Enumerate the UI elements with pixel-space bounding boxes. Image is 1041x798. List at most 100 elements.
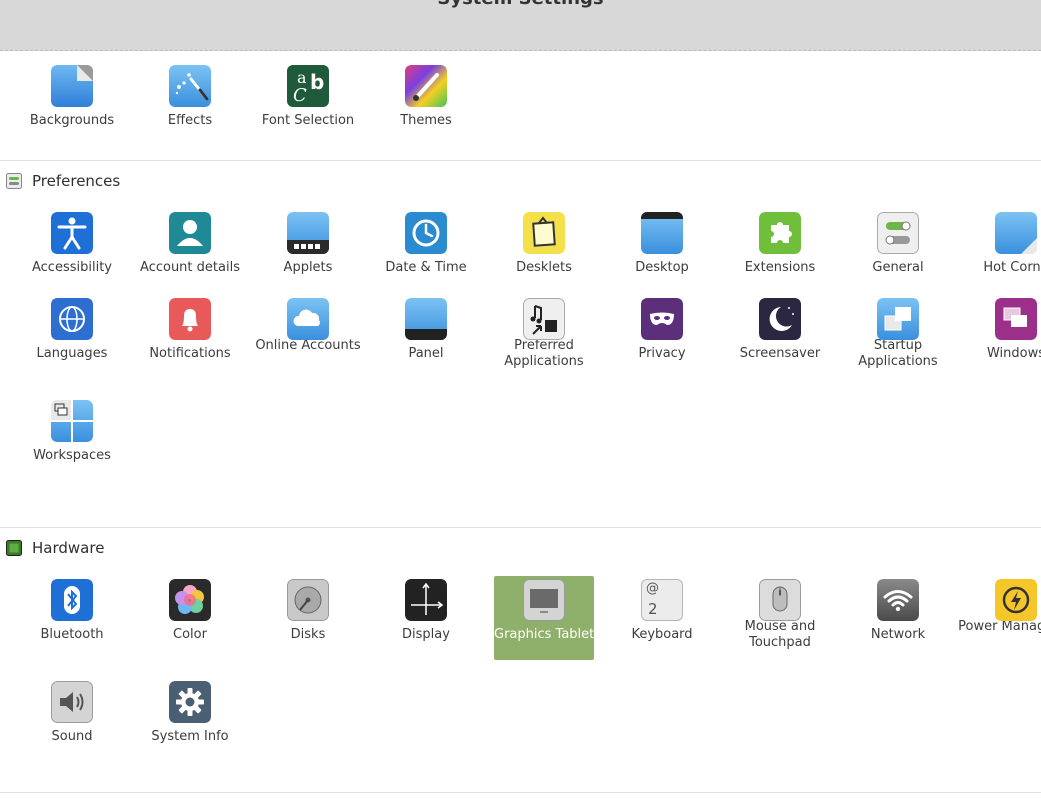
languages-label: Languages — [36, 346, 108, 361]
graphics-tablet-item[interactable]: Graphics Tablet — [494, 576, 594, 660]
preferred-applications-label: Preferred Applications — [504, 338, 584, 369]
color-wheel-icon — [169, 579, 211, 621]
desktop-icon — [641, 212, 683, 254]
windows-label: Windows — [986, 346, 1041, 361]
panel-item[interactable]: Panel — [366, 298, 486, 362]
network-item[interactable]: Network — [838, 579, 958, 643]
hot-corners-icon — [995, 212, 1037, 254]
applets-label: Applets — [283, 260, 333, 275]
effects-label: Effects — [167, 113, 213, 128]
panel-label: Panel — [408, 346, 444, 361]
applets-icon — [287, 212, 329, 254]
preferred-apps-icon — [523, 298, 565, 340]
keyboard-glyph-bottom: 2 — [648, 600, 658, 618]
extensions-item[interactable]: Extensions — [720, 212, 840, 276]
screensaver-item[interactable]: Screensaver — [720, 298, 840, 362]
font-icon: a b C — [287, 65, 329, 107]
section-divider — [0, 792, 1041, 793]
sound-item[interactable]: Sound — [12, 681, 132, 745]
window-header: System Settings — [0, 0, 1041, 51]
preferences-title: Preferences — [32, 172, 121, 190]
window-title: System Settings — [0, 0, 1041, 9]
toggle-switches-icon — [877, 212, 919, 254]
bell-icon — [169, 298, 211, 340]
applets-item[interactable]: Applets — [248, 212, 368, 276]
themes-item[interactable]: Themes — [366, 65, 486, 129]
effects-item[interactable]: Effects — [130, 65, 250, 129]
languages-item[interactable]: Languages — [12, 298, 132, 362]
system-info-item[interactable]: System Info — [130, 681, 250, 745]
paintbrush-icon — [405, 65, 447, 107]
disk-icon — [287, 579, 329, 621]
network-label: Network — [870, 627, 926, 642]
mouse-touchpad-item[interactable]: Mouse and Touchpad — [720, 579, 840, 651]
bluetooth-icon — [51, 579, 93, 621]
color-item[interactable]: Color — [130, 579, 250, 643]
startup-applications-label: Startup Applications — [858, 338, 938, 369]
display-item[interactable]: Display — [366, 579, 486, 643]
power-management-label: Power Manageme — [958, 619, 1041, 634]
backgrounds-label: Backgrounds — [29, 113, 115, 128]
panel-icon — [405, 298, 447, 340]
moon-icon — [759, 298, 801, 340]
windows-item[interactable]: Windows — [956, 298, 1041, 362]
bluetooth-item[interactable]: Bluetooth — [12, 579, 132, 643]
font-glyph-c: C — [293, 85, 307, 106]
puzzle-icon — [759, 212, 801, 254]
keyboard-key-icon: @ 2 — [641, 579, 683, 621]
general-label: General — [872, 260, 924, 275]
preferred-applications-item[interactable]: Preferred Applications — [484, 298, 604, 370]
section-divider — [0, 527, 1041, 528]
privacy-item[interactable]: Privacy — [602, 298, 722, 362]
hardware-header: Hardware — [6, 537, 104, 559]
bluetooth-label: Bluetooth — [40, 627, 104, 642]
screensaver-label: Screensaver — [739, 346, 821, 361]
display-label: Display — [402, 627, 450, 642]
online-accounts-item[interactable]: Online Accounts — [248, 298, 368, 354]
display-icon — [405, 579, 447, 621]
font-selection-item[interactable]: a b C Font Selection — [248, 65, 368, 129]
clock-icon — [405, 212, 447, 254]
general-item[interactable]: General — [838, 212, 958, 276]
power-management-item[interactable]: Power Manageme — [956, 579, 1041, 635]
wifi-icon — [877, 579, 919, 621]
font-glyph-b: b — [310, 70, 324, 94]
workspaces-item[interactable]: Workspaces — [12, 400, 132, 464]
desklets-icon — [523, 212, 565, 254]
mask-icon — [641, 298, 683, 340]
privacy-label: Privacy — [638, 346, 686, 361]
keyboard-glyph-top: @ — [646, 581, 659, 596]
user-icon — [169, 212, 211, 254]
tablet-icon — [523, 579, 565, 621]
chip-icon — [6, 540, 22, 556]
extensions-label: Extensions — [744, 260, 816, 275]
windows-icon — [995, 298, 1037, 340]
sound-label: Sound — [51, 729, 93, 744]
account-details-item[interactable]: Account details — [130, 212, 250, 276]
system-info-label: System Info — [151, 729, 229, 744]
backgrounds-item[interactable]: Backgrounds — [12, 65, 132, 129]
themes-label: Themes — [400, 113, 452, 128]
font-selection-label: Font Selection — [261, 113, 355, 128]
date-time-label: Date & Time — [385, 260, 467, 275]
disks-item[interactable]: Disks — [248, 579, 368, 643]
startup-applications-item[interactable]: Startup Applications — [838, 298, 958, 370]
workspaces-label: Workspaces — [33, 448, 111, 463]
cloud-icon — [287, 298, 329, 340]
keyboard-label: Keyboard — [631, 627, 693, 642]
hardware-title: Hardware — [32, 539, 105, 557]
online-accounts-label: Online Accounts — [255, 338, 361, 353]
desktop-item[interactable]: Desktop — [602, 212, 722, 276]
accessibility-label: Accessibility — [32, 260, 112, 275]
keyboard-item[interactable]: @ 2 Keyboard — [602, 579, 722, 643]
startup-icon — [877, 298, 919, 340]
date-time-item[interactable]: Date & Time — [366, 212, 486, 276]
gear-icon — [169, 681, 211, 723]
workspaces-icon — [51, 400, 93, 442]
accessibility-icon — [51, 212, 93, 254]
hot-corners-item[interactable]: Hot Corne — [956, 212, 1041, 276]
notifications-item[interactable]: Notifications — [130, 298, 250, 362]
account-details-label: Account details — [140, 260, 240, 275]
accessibility-item[interactable]: Accessibility — [12, 212, 132, 276]
desklets-item[interactable]: Desklets — [484, 212, 604, 276]
